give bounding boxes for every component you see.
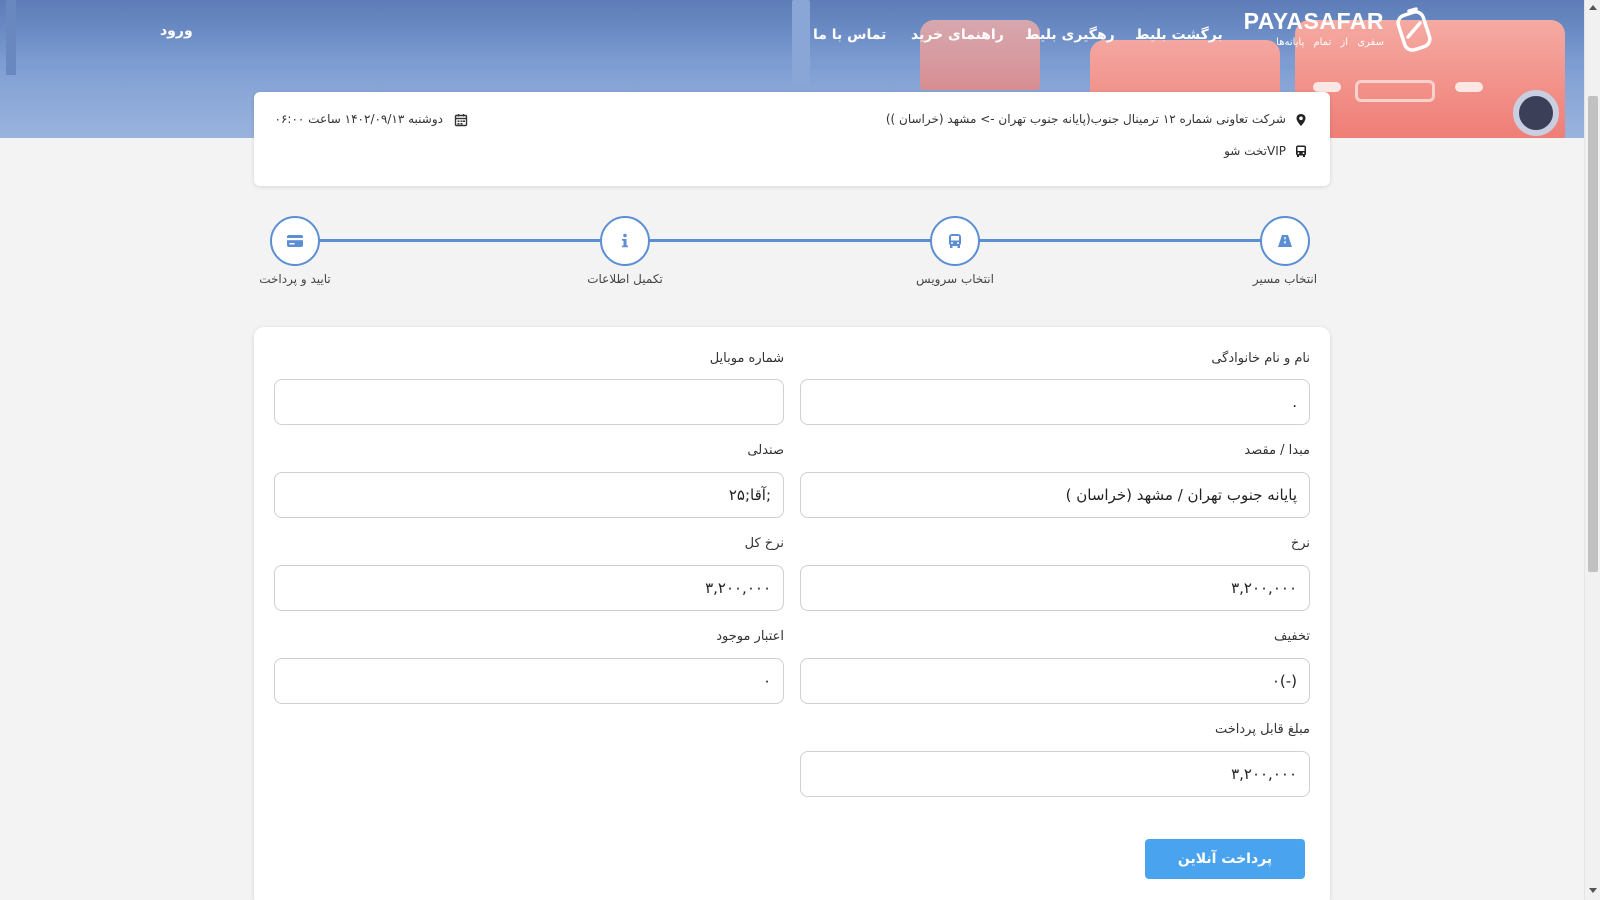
step-info[interactable] — [600, 216, 650, 266]
trip-route: شرکت تعاونی شماره ۱۲ ترمینال جنوب(پایانه… — [885, 112, 1286, 126]
mobile-label: شماره موبایل — [709, 351, 784, 366]
nav-item-ticket-tracking[interactable]: رهگیری بلیط — [1025, 27, 1115, 43]
login-link[interactable]: ورود — [160, 23, 193, 39]
seat-field[interactable] — [274, 472, 784, 518]
payable-amount-label: مبلغ قابل پرداخت — [1214, 722, 1310, 737]
full-name-label: نام و نام خانوادگی — [1211, 351, 1310, 366]
mobile-field[interactable] — [274, 379, 784, 425]
scroll-thumb[interactable] — [1588, 96, 1598, 572]
step-service[interactable] — [930, 216, 980, 266]
logo-icon[interactable] — [1396, 7, 1432, 53]
brand-name: PAYASAFAR — [1243, 8, 1384, 34]
online-payment-button[interactable]: پرداخت آنلاین — [1145, 839, 1305, 879]
origin-destination-field[interactable] — [800, 472, 1310, 518]
bus-icon — [1296, 145, 1306, 157]
credit-card-icon — [287, 235, 303, 247]
step-route-label: انتخاب مسیر — [1252, 272, 1318, 286]
trip-datetime: دوشنبه ۱۴۰۲/۰۹/۱۳ ساعت ۰۶:۰۰ — [274, 112, 443, 126]
road-icon — [1278, 235, 1292, 247]
top-nav: ورود برگشت بلیط رهگیری بلیط راهنمای خرید… — [0, 0, 1584, 70]
stepper-line — [292, 239, 1291, 242]
page-scrollbar[interactable] — [1584, 0, 1600, 900]
brand[interactable]: PAYASAFAR سفری از تمام پایانه‌ها — [1244, 8, 1384, 48]
fare-label: نرخ — [1290, 536, 1310, 551]
discount-label: تخفیف — [1274, 629, 1310, 644]
scroll-up-arrow-icon[interactable] — [1589, 5, 1597, 10]
nav-item-purchase-guide[interactable]: راهنمای خرید — [911, 27, 1004, 43]
full-name-field[interactable] — [800, 379, 1310, 425]
nav-item-ticket-refund[interactable]: برگشت بلیط — [1135, 27, 1223, 43]
credit-label: اعتبار موجود — [716, 629, 784, 644]
booking-stepper: انتخاب مسیر انتخاب سرویس تکمیل اطلاعات ت… — [250, 210, 1335, 290]
discount-field[interactable] — [800, 658, 1310, 704]
nav-item-contact-us[interactable]: تماس با ما — [813, 27, 886, 43]
trip-bus-type: VIPتخت شو — [1224, 144, 1286, 158]
brand-tagline: سفری از تمام پایانه‌ها — [1276, 37, 1384, 48]
step-info-label: تکمیل اطلاعات — [587, 272, 663, 286]
scroll-down-arrow-icon[interactable] — [1589, 888, 1597, 893]
info-icon — [622, 233, 628, 248]
payable-amount-field[interactable] — [800, 751, 1310, 797]
step-route[interactable] — [1260, 216, 1310, 266]
total-fare-label: نرخ کل — [744, 536, 784, 551]
bus-icon — [949, 234, 961, 248]
step-service-label: انتخاب سرویس — [916, 272, 994, 286]
credit-field[interactable] — [274, 658, 784, 704]
map-pin-icon — [1296, 114, 1306, 126]
trip-summary-card: شرکت تعاونی شماره ۱۲ ترمینال جنوب(پایانه… — [254, 92, 1330, 186]
step-payment-label: تایید و پرداخت — [259, 272, 331, 286]
calendar-icon — [454, 114, 468, 127]
origin-destination-label: مبدا / مقصد — [1244, 443, 1310, 458]
fare-field[interactable] — [800, 565, 1310, 611]
seat-label: صندلی — [747, 443, 784, 458]
total-fare-field[interactable] — [274, 565, 784, 611]
step-payment[interactable] — [270, 216, 320, 266]
